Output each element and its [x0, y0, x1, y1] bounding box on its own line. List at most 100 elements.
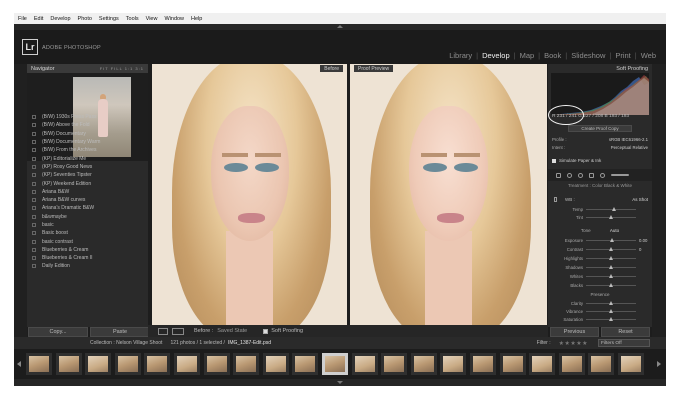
reset-button[interactable]: Reset: [601, 327, 650, 337]
navigator-header[interactable]: Navigator FIT FILL 1:1 3:1: [27, 64, 148, 73]
preset-item[interactable]: Daily Edition: [32, 262, 144, 270]
slider-track[interactable]: [586, 255, 636, 260]
bottom-panel-collapse[interactable]: [14, 379, 666, 386]
menu-file[interactable]: File: [18, 16, 27, 22]
slider-knob[interactable]: [609, 282, 613, 287]
before-image[interactable]: Before: [152, 64, 347, 325]
module-print[interactable]: Print: [615, 51, 630, 60]
slider-track[interactable]: [586, 214, 636, 219]
menu-develop[interactable]: Develop: [50, 16, 70, 22]
slider-value[interactable]: 0: [639, 247, 641, 252]
filmstrip-thumbnail[interactable]: [233, 353, 260, 375]
before-state-select[interactable]: Saved State: [217, 328, 247, 334]
soft-proofing-header[interactable]: Soft Proofing: [548, 64, 652, 73]
loupe-view-icon[interactable]: [158, 327, 168, 335]
filmstrip-thumbnail[interactable]: [85, 353, 112, 375]
eyedropper-icon[interactable]: [554, 197, 557, 202]
module-book[interactable]: Book: [544, 51, 561, 60]
filmstrip-thumbnail[interactable]: [26, 353, 52, 375]
slider-track[interactable]: [586, 246, 636, 251]
menu-photo[interactable]: Photo: [78, 16, 92, 22]
preset-item[interactable]: (B/W) Documentary: [32, 130, 144, 138]
profile-select[interactable]: sRGB IEC61966-2.1: [609, 137, 648, 142]
filmstrip-left-arrow[interactable]: [17, 361, 21, 367]
slider-track[interactable]: [586, 264, 636, 269]
slider-track[interactable]: [586, 273, 636, 278]
slider-value[interactable]: 0.00: [639, 238, 647, 243]
preset-item[interactable]: (B/W) 1930s Press Pass: [32, 113, 144, 121]
filmstrip-thumbnail[interactable]: [144, 353, 171, 375]
simulate-paper-checkbox[interactable]: [552, 158, 556, 163]
filmstrip-thumbnail[interactable]: [114, 353, 141, 375]
radial-filter-icon[interactable]: [600, 172, 605, 178]
filmstrip-thumbnail[interactable]: [588, 353, 615, 375]
tone-auto-button[interactable]: Auto: [610, 228, 619, 233]
module-slideshow[interactable]: Slideshow: [571, 51, 605, 60]
filmstrip-thumbnail[interactable]: [529, 353, 556, 375]
module-map[interactable]: Map: [520, 51, 535, 60]
filmstrip-thumbnail[interactable]: [381, 353, 408, 375]
menu-view[interactable]: View: [146, 16, 158, 22]
preset-item[interactable]: (KP) Seventies Tipster: [32, 171, 144, 179]
wb-select[interactable]: As Shot: [632, 197, 648, 202]
filmstrip-thumbnail[interactable]: [440, 353, 467, 375]
previous-button[interactable]: Previous: [550, 327, 599, 337]
filmstrip-thumbnail[interactable]: [618, 353, 644, 375]
menu-edit[interactable]: Edit: [34, 16, 43, 22]
preset-item[interactable]: basic: [32, 221, 144, 229]
basic-treatment-row[interactable]: Treatment : Color Black & White: [548, 182, 652, 189]
slider-track[interactable]: [586, 308, 636, 313]
slider-knob[interactable]: [609, 273, 613, 278]
slider-knob[interactable]: [609, 214, 613, 219]
module-develop[interactable]: Develop: [482, 51, 510, 60]
selected-filename[interactable]: IMG_1387-Edit.psd: [228, 340, 271, 346]
slider-knob[interactable]: [609, 246, 613, 251]
preset-item[interactable]: Ariana's Dramatic B&W: [32, 204, 144, 212]
filmstrip-thumbnail[interactable]: [499, 353, 526, 375]
menu-help[interactable]: Help: [191, 16, 202, 22]
menu-settings[interactable]: Settings: [99, 16, 119, 22]
rating-filter-stars[interactable]: ★★★★★: [559, 340, 588, 347]
slider-knob[interactable]: [609, 308, 613, 313]
slider-track[interactable]: [586, 316, 636, 321]
filmstrip-thumbnail[interactable]: [470, 353, 496, 375]
slider-track[interactable]: [586, 300, 636, 305]
preset-item[interactable]: (KP) Weekend Edition: [32, 179, 144, 187]
filmstrip-thumbnail[interactable]: [203, 353, 230, 375]
preset-item[interactable]: (KP) Rosy Good News: [32, 163, 144, 171]
slider-knob[interactable]: [609, 316, 613, 321]
module-library[interactable]: Library: [449, 51, 472, 60]
intent-options[interactable]: Perceptual Relative: [611, 145, 648, 150]
filmstrip-thumbnail[interactable]: [55, 353, 82, 375]
preset-item[interactable]: (B/W) Above the Fold: [32, 121, 144, 129]
filmstrip-thumbnail-selected[interactable]: [322, 353, 348, 375]
before-after-icon[interactable]: [172, 327, 184, 335]
menu-window[interactable]: Window: [164, 16, 184, 22]
slider-track[interactable]: [586, 237, 636, 242]
copy-button[interactable]: Copy...: [28, 327, 88, 337]
preset-item[interactable]: (KP) Editorialize Me: [32, 154, 144, 162]
filmstrip-thumbnail[interactable]: [292, 353, 319, 375]
filmstrip-thumbnail[interactable]: [410, 353, 437, 375]
create-proof-copy-button[interactable]: Create Proof Copy: [568, 125, 632, 132]
preset-item[interactable]: (B/W) Documentary Warm: [32, 138, 144, 146]
soft-proofing-checkbox[interactable]: [263, 328, 269, 334]
left-panel-collapse[interactable]: [14, 64, 27, 337]
slider-knob[interactable]: [611, 206, 616, 211]
filmstrip-right-arrow[interactable]: [657, 361, 661, 367]
preset-item[interactable]: (B/W) From the Archives: [32, 146, 144, 154]
preset-item[interactable]: Ariana B&W: [32, 188, 144, 196]
preset-item[interactable]: Basic boost: [32, 229, 144, 237]
right-panel-collapse[interactable]: [652, 64, 666, 337]
menu-tools[interactable]: Tools: [126, 16, 139, 22]
adjustment-brush-icon[interactable]: [611, 174, 629, 176]
slider-track[interactable]: [586, 206, 636, 211]
zoom-options[interactable]: FIT FILL 1:1 3:1: [100, 66, 144, 71]
red-eye-icon[interactable]: [578, 172, 583, 178]
slider-knob[interactable]: [609, 264, 613, 269]
collection-source[interactable]: Collection : Nelson Village Shoot: [90, 340, 162, 346]
slider-knob[interactable]: [609, 300, 613, 305]
preset-item[interactable]: Ariana B&W curves: [32, 196, 144, 204]
paste-button[interactable]: Paste: [90, 327, 150, 337]
filmstrip-thumbnail[interactable]: [351, 353, 378, 375]
